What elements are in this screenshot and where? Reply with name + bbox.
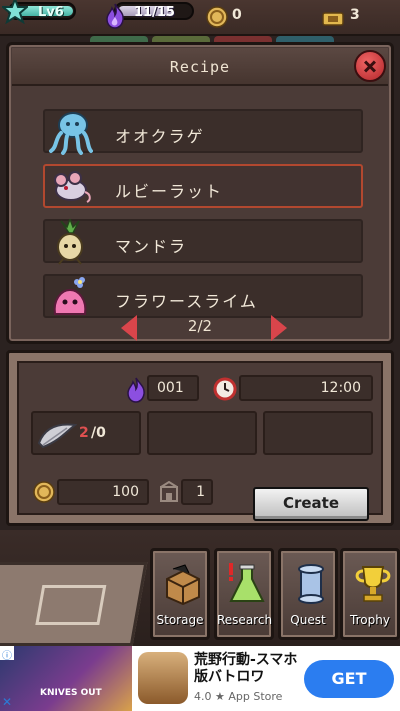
level-label: Lv6: [38, 5, 64, 20]
ad-banner[interactable]: KNIVES OUT ⓘ ✕ 荒野行動-スマホ版バトロワ 4.0 ★ App S…: [0, 646, 400, 711]
time-box: 12:00: [239, 375, 373, 401]
energy-flame-icon: [106, 3, 124, 29]
material-required: /0: [91, 425, 106, 441]
gold-cost: 100: [112, 484, 139, 500]
star-icon: [2, 0, 28, 24]
gold-amount: 0: [232, 7, 242, 23]
recipe-name: マンドラ: [115, 237, 188, 256]
next-page-button[interactable]: [271, 315, 287, 341]
feather-material-icon: [37, 423, 77, 449]
recipe-item-ruby-rat[interactable]: ルビーラット: [43, 164, 363, 208]
flask-icon: [229, 563, 265, 602]
ticket-icon: [322, 12, 344, 26]
material-slot-2[interactable]: [147, 411, 257, 455]
nav-storage-button[interactable]: Storage: [150, 548, 210, 640]
recipe-name: オオクラゲ: [115, 127, 205, 146]
ticket-count: 3: [350, 7, 360, 23]
capacity-box: 1: [181, 479, 213, 505]
status-bar: Lv6 11/15 0 3: [0, 0, 400, 36]
gold-coin-icon: [33, 481, 55, 503]
mandrake-icon: [57, 219, 83, 265]
scroll-icon: [298, 564, 324, 604]
energy-cost-box: 001: [147, 375, 199, 401]
nav-quest-button[interactable]: Quest: [278, 548, 338, 640]
ad-image[interactable]: KNIVES OUT: [0, 646, 132, 711]
nav-trophy-button[interactable]: Trophy: [340, 548, 400, 640]
create-button[interactable]: Create: [253, 487, 369, 521]
energy-cost: 001: [157, 380, 184, 396]
ad-image-caption: KNIVES OUT: [40, 688, 102, 698]
ad-info-badge[interactable]: ⓘ: [0, 646, 14, 662]
jellyfish-icon: [49, 112, 93, 155]
craft-time: 12:00: [320, 380, 361, 396]
ad-get-button[interactable]: GET: [304, 660, 394, 698]
energy-label: 11/15: [134, 5, 175, 20]
box-icon: [166, 564, 200, 605]
nav-quest-label: Quest: [290, 613, 326, 627]
recipe-item-mandora[interactable]: マンドラ: [43, 219, 363, 265]
material-slot-1[interactable]: 2 /0: [31, 411, 141, 455]
storage-capacity-icon: [160, 481, 178, 502]
recipe-name: ルビーラット: [115, 182, 224, 201]
ad-title: 荒野行動-スマホ版バトロワ: [194, 652, 298, 685]
nav-trophy-label: Trophy: [350, 613, 390, 627]
crafting-board: [0, 562, 148, 646]
info-icon: ⓘ: [2, 651, 12, 662]
ad-close-icon[interactable]: ✕: [2, 695, 12, 709]
recipe-pager: 2/2: [9, 311, 391, 341]
nav-research-label: Research: [217, 613, 273, 627]
recipe-panel-title: Recipe: [169, 58, 231, 76]
recipe-name: フラワースライム: [115, 292, 258, 311]
material-count: 2: [79, 425, 89, 441]
nav-storage-label: Storage: [156, 613, 204, 627]
recipe-panel: Recipe オオクラゲ ルビーラット マンドラ フラワースライム 2/2: [6, 42, 394, 344]
create-panel: 001 12:00 2 /0 100 1 Create: [6, 350, 394, 526]
trophy-icon: [355, 566, 391, 602]
ad-rating: 4.0 ★ App Store: [194, 690, 283, 703]
nav-research-button[interactable]: Research: [214, 548, 274, 640]
recipe-panel-header: Recipe: [12, 48, 388, 86]
gold-cost-box: 100: [57, 479, 149, 505]
recipe-item-ookurage[interactable]: オオクラゲ: [43, 109, 363, 155]
close-button[interactable]: [354, 50, 386, 82]
gold-coin-icon: [206, 6, 228, 28]
page-indicator: 2/2: [187, 317, 213, 335]
capacity-count: 1: [196, 484, 205, 500]
clock-icon: [213, 377, 237, 401]
board-slot: [35, 585, 107, 625]
energy-flame-icon: [127, 377, 145, 403]
rat-icon: [54, 171, 91, 203]
material-slot-3[interactable]: [263, 411, 373, 455]
ad-app-icon[interactable]: [138, 652, 188, 704]
energy-bar: 11/15: [114, 2, 194, 20]
create-panel-inner: 001 12:00 2 /0 100 1 Create: [17, 361, 383, 521]
